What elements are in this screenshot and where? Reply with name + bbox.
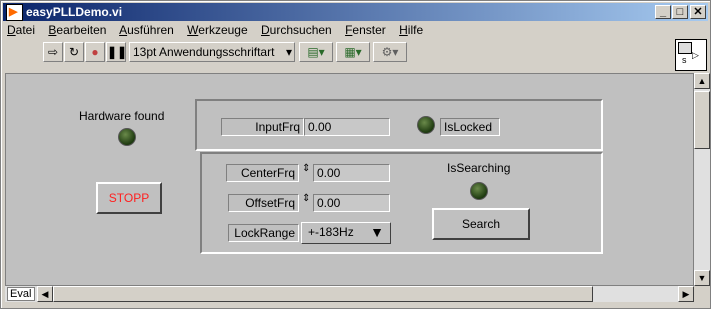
scroll-right-icon[interactable]: ▶ [678,286,694,302]
menu-hilfe[interactable]: Hilfe [399,23,423,37]
run-continuously-icon[interactable]: ↻ [64,42,84,62]
center-frq-field[interactable]: 0.00 [313,164,390,182]
is-locked-label: IsLocked [440,118,500,136]
chevron-down-icon: ▾ [285,45,292,59]
scroll-up-icon[interactable]: ▲ [694,73,710,89]
hardware-found-led [118,128,136,146]
vertical-scrollbar[interactable]: ▲ ▼ [694,73,710,286]
center-frq-label: CenterFrq [226,164,299,182]
menu-bar: Datei Bearbeiten Ausführen Werkzeuge Dur… [7,23,433,41]
lock-range-value: +-183Hz [308,225,354,239]
maximize-button[interactable]: □ [672,5,688,19]
is-locked-led [417,116,435,134]
abort-icon[interactable]: ● [85,42,105,62]
search-button[interactable]: Search [432,208,530,240]
app-window: ▶ easyPLLDemo.vi _ □ ✕ Datei Bearbeiten … [0,0,711,309]
scroll-down-icon[interactable]: ▼ [694,270,710,286]
font-label: 13pt Anwendungsschriftart [133,45,275,59]
run-arrow-icon[interactable]: ⇨ [43,42,63,62]
reorder-icon[interactable]: ⚙▾ [373,42,407,62]
mode-indicator: Eval [7,287,35,301]
input-frq-field[interactable]: 0.00 [304,118,390,136]
lock-range-label: LockRange [228,224,299,242]
align-objects-icon[interactable]: ▤▾ [299,42,333,62]
center-frq-stepper[interactable]: ⇕ [302,163,310,174]
close-button[interactable]: ✕ [690,5,706,19]
menu-ausfuehren[interactable]: Ausführen [119,23,174,37]
stopp-button[interactable]: STOPP [96,182,162,214]
front-panel: Hardware found STOPP InputFrq 0.00 IsLoc… [5,73,694,286]
offset-frq-label: OffsetFrq [228,194,299,212]
horizontal-scroll-thumb[interactable] [53,286,593,302]
minimize-button[interactable]: _ [655,5,671,19]
hardware-found-label: Hardware found [79,109,165,123]
window-title: easyPLLDemo.vi [26,5,123,19]
offset-frq-field[interactable]: 0.00 [313,194,390,212]
distribute-objects-icon[interactable]: ▦▾ [336,42,370,62]
menu-datei[interactable]: Datei [7,23,35,37]
horizontal-scrollbar[interactable]: Eval ◀ ▶ [5,286,694,302]
scroll-left-icon[interactable]: ◀ [37,286,53,302]
font-dropdown[interactable]: 13pt Anwendungsschriftart ▾ [129,42,295,62]
menu-fenster[interactable]: Fenster [345,23,386,37]
title-bar: ▶ easyPLLDemo.vi _ □ ✕ [3,3,708,21]
pause-icon[interactable]: ❚❚ [106,42,127,62]
is-searching-label: IsSearching [447,161,511,175]
is-searching-led [470,182,488,200]
dropdown-arrow-icon: ▼ [370,224,384,240]
vertical-scroll-thumb[interactable] [694,91,710,149]
labview-icon: ▶ [6,4,23,21]
menu-werkzeuge[interactable]: Werkzeuge [187,23,247,37]
vi-connector-icon: s ▷ [675,39,707,71]
input-frq-label: InputFrq [221,118,304,136]
menu-durchsuchen[interactable]: Durchsuchen [261,23,332,37]
lock-range-select[interactable]: +-183Hz ▼ [301,222,391,244]
menu-bearbeiten[interactable]: Bearbeiten [48,23,106,37]
offset-frq-stepper[interactable]: ⇕ [302,193,310,204]
